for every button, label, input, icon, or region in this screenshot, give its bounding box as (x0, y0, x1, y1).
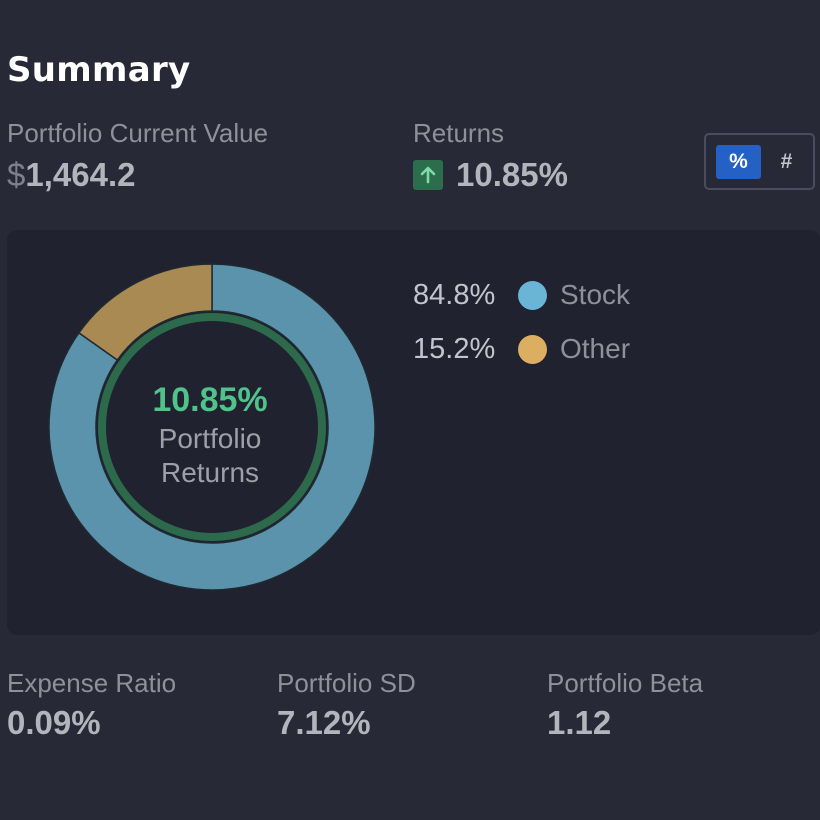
returns-value: 10.85% (456, 156, 568, 193)
legend-label: Stock (560, 279, 631, 310)
expense-ratio-value: 0.09% (7, 704, 101, 741)
currency-symbol: $ (7, 156, 26, 193)
portfolio-value: $1,464.2 (7, 156, 135, 194)
donut-center: 10.85% Portfolio Returns (110, 378, 310, 490)
expense-ratio-label: Expense Ratio (7, 668, 177, 698)
legend-label: Other (560, 333, 631, 364)
legend-value: 84.8% (413, 278, 496, 311)
allocation-panel: 10.85% Portfolio Returns 84.8% Stock 15.… (7, 230, 820, 635)
returns-label: Returns (413, 118, 505, 148)
portfolio-value-amount: 1,464.2 (25, 156, 136, 193)
returns-value-row: 10.85% (413, 154, 568, 196)
center-label-line2: Returns (160, 457, 260, 488)
portfolio-beta-value: 1.12 (547, 704, 612, 741)
legend-swatch (518, 334, 547, 364)
page-title: Summary (7, 50, 191, 90)
legend-swatch (518, 280, 547, 310)
toggle-number-button[interactable]: # (769, 145, 804, 179)
center-label-line1: Portfolio (158, 423, 262, 454)
legend-value: 15.2% (413, 332, 496, 365)
portfolio-sd-label: Portfolio SD (277, 668, 416, 698)
portfolio-value-label: Portfolio Current Value (7, 118, 269, 148)
legend-item-other: 15.2% Other (413, 330, 630, 368)
legend-item-stock: 84.8% Stock (413, 276, 630, 314)
chart-legend: 84.8% Stock 15.2% Other (413, 276, 630, 384)
summary-card: Summary Portfolio Current Value $1,464.2… (0, 0, 820, 820)
arrow-up-icon (413, 160, 443, 190)
toggle-percent-button[interactable]: % (716, 145, 761, 179)
portfolio-beta-label: Portfolio Beta (547, 668, 704, 698)
center-returns-value: 10.85% (152, 381, 268, 419)
value-mode-toggle: % # (704, 133, 815, 190)
portfolio-sd-value: 7.12% (277, 704, 371, 741)
